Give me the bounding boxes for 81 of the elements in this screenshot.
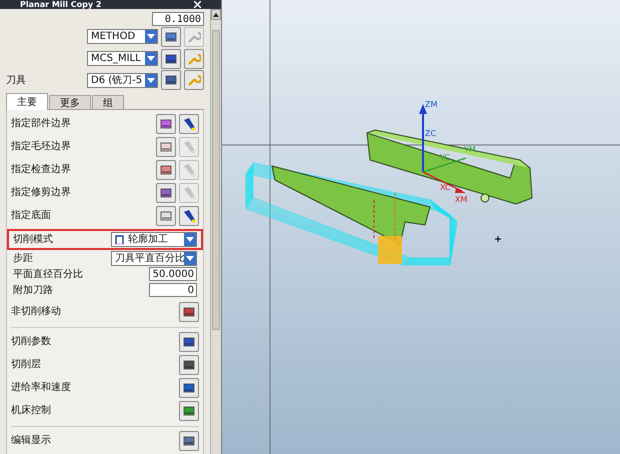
geometry-label: 指定毛坯边界 [11, 140, 72, 154]
action-button[interactable] [179, 332, 199, 352]
profile-icon [114, 234, 125, 246]
field-label: 刀具 [6, 74, 26, 86]
number-field[interactable]: 0 [149, 283, 197, 298]
axis-label: XM [455, 195, 468, 204]
select-button[interactable] [156, 114, 176, 134]
dropdown[interactable]: METHOD [87, 29, 158, 44]
setting-label: 附加刀路 [13, 284, 54, 298]
dropdown-value: 轮廓加工 [127, 233, 169, 246]
action-label: 机床控制 [11, 404, 52, 418]
axis-label: ZC [425, 129, 436, 138]
tab[interactable]: 组 [92, 95, 124, 110]
dropdown-value: METHOD [90, 30, 136, 44]
action-icon [182, 334, 196, 349]
setting-label: 步距 [13, 252, 34, 266]
geometry-label: 指定底面 [11, 208, 52, 224]
action-button[interactable] [179, 430, 199, 451]
geometry-icon [159, 116, 173, 131]
axis-label: YM [464, 145, 476, 154]
dropdown[interactable]: D6 (铣刀-5 [87, 72, 158, 88]
action-button[interactable] [179, 378, 199, 398]
dropdown[interactable]: MCS_MILL [87, 51, 158, 66]
geometry-label: 指定部件边界 [11, 116, 72, 132]
geometry-icon [159, 208, 173, 223]
setting-label: 切削模式 [13, 232, 54, 248]
axis-label: YC [440, 153, 450, 162]
tab[interactable]: 主要 [6, 93, 48, 110]
action-icon [182, 358, 196, 372]
action-icon [182, 434, 196, 448]
flashlight-icon [182, 116, 196, 131]
create-button[interactable] [161, 26, 181, 47]
tolerance-field[interactable]: 0.1000 [152, 12, 204, 26]
scroll-thumb[interactable] [212, 30, 220, 330]
create-icon [164, 30, 178, 44]
flashlight-icon [182, 186, 196, 200]
wrench-icon [187, 52, 201, 66]
scrollbar[interactable] [210, 9, 221, 454]
geometry-label: 指定修剪边界 [11, 186, 72, 200]
action-label: 切削层 [11, 358, 42, 372]
action-icon [182, 304, 196, 319]
flashlight-button[interactable] [179, 206, 199, 226]
action-button[interactable] [179, 400, 199, 421]
select-button[interactable] [156, 136, 176, 157]
flashlight-icon [182, 208, 196, 223]
dropdown-value: MCS_MILL [90, 52, 142, 65]
wrench-icon [187, 30, 201, 44]
dropdown-value: D6 (铣刀-5 [90, 74, 144, 87]
select-button[interactable] [156, 206, 176, 226]
close-icon[interactable] [193, 0, 201, 8]
select-button[interactable] [156, 182, 176, 203]
axis-label: ZM [425, 100, 438, 109]
cutting-tool-drawing [374, 192, 402, 264]
tab[interactable]: 更多 [49, 95, 91, 110]
action-button[interactable] [179, 302, 199, 322]
action-button[interactable] [179, 354, 199, 375]
flashlight-button[interactable] [179, 114, 199, 134]
geometry-icon [159, 186, 173, 200]
window-title: Planar Mill Copy 2 [20, 0, 102, 9]
number-field[interactable]: 50.0000 [149, 267, 197, 282]
wrench-icon [187, 73, 201, 88]
create-button[interactable] [161, 70, 181, 90]
flashlight-icon [182, 162, 196, 177]
action-label: 切削参数 [11, 334, 52, 350]
create-button[interactable] [161, 48, 181, 68]
action-icon [182, 404, 196, 418]
geometry-icon [159, 140, 173, 154]
geometry-icon [159, 162, 173, 177]
scroll-up-icon[interactable] [213, 12, 219, 16]
action-icon [182, 380, 196, 395]
setting-label: 平面直径百分比 [13, 268, 84, 282]
dropdown[interactable]: 轮廓加工 [111, 232, 197, 248]
flashlight-icon [182, 140, 196, 154]
action-label: 进给率和速度 [11, 380, 72, 396]
create-icon [164, 73, 178, 88]
select-button[interactable] [156, 160, 176, 180]
create-icon [164, 52, 178, 66]
cursor-crosshair-icon [494, 236, 502, 242]
action-label: 非切削移动 [11, 304, 62, 320]
action-label: 编辑显示 [11, 434, 52, 448]
geometry-label: 指定检查边界 [11, 162, 72, 178]
